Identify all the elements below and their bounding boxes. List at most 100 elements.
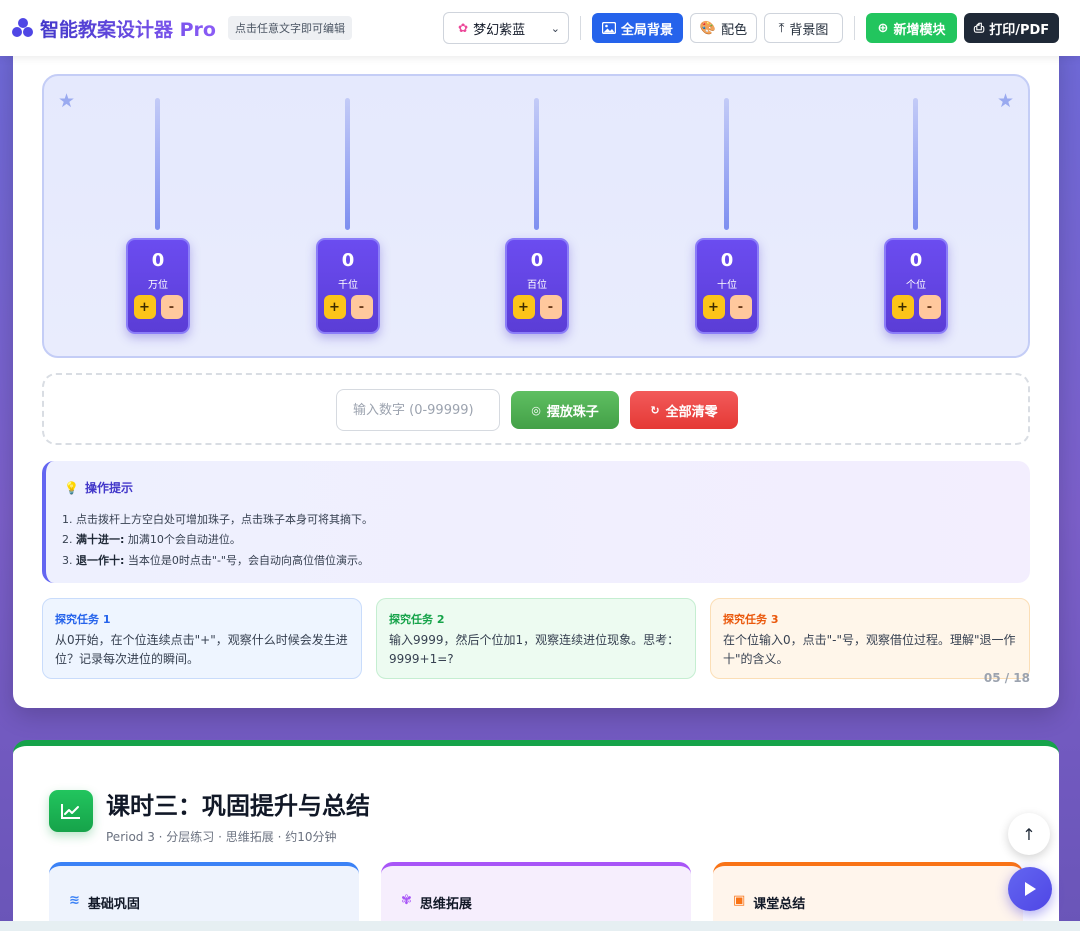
- place-value-box: 0 十位 + -: [695, 238, 759, 334]
- place-name: 十位: [717, 280, 737, 291]
- tip-prefix: 3.: [62, 554, 76, 567]
- color-scheme-button[interactable]: 🎨 配色: [690, 13, 757, 43]
- increment-button[interactable]: +: [323, 295, 346, 319]
- increment-button[interactable]: +: [702, 295, 725, 319]
- increment-button[interactable]: +: [891, 295, 914, 319]
- place-name: 个位: [906, 280, 926, 291]
- background-image-label: 背景图: [789, 22, 829, 38]
- abacus-board: ★ ★ 0 万位 + - 0 千位 + - 0 百位 + - 0 十位 + - …: [42, 74, 1030, 358]
- abacus-rod[interactable]: [724, 98, 729, 230]
- target-icon: ◎: [531, 403, 541, 417]
- sub-card-title: 基础巩固: [87, 897, 140, 912]
- place-name: 万位: [148, 280, 168, 291]
- theme-select-value: 梦幻紫蓝: [473, 22, 526, 38]
- number-input[interactable]: [336, 389, 500, 431]
- global-background-label: 全局背景: [620, 22, 673, 38]
- clear-all-button[interactable]: ↻ 全部清零: [630, 391, 738, 429]
- theme-select[interactable]: ✿ 梦幻紫蓝 ⌄: [443, 12, 569, 44]
- period-three-card: 课时三：巩固提升与总结 Period 3 · 分层练习 · 思维拓展 · 约10…: [13, 740, 1059, 931]
- section-subtitle: Period 3 · 分层练习 · 思维拓展 · 约10分钟: [106, 830, 337, 844]
- clipboard-icon: ▣: [733, 893, 746, 908]
- place-value-box: 0 百位 + -: [505, 238, 569, 334]
- tip-prefix: 2.: [62, 533, 76, 546]
- abacus-rod[interactable]: [534, 98, 539, 230]
- place-value-box: 0 千位 + -: [316, 238, 380, 334]
- page-indicator: 05 / 18: [983, 671, 1030, 685]
- play-icon: [1025, 882, 1036, 896]
- print-pdf-button[interactable]: ⎙ 打印/PDF: [964, 13, 1059, 43]
- tip-rest: 当本位是0时点击"-"号，会自动向高位借位演示。: [124, 554, 369, 567]
- chevron-down-icon: ⌄: [550, 21, 560, 35]
- reset-icon: ↻: [650, 403, 660, 417]
- tips-title-text: 操作提示: [84, 481, 133, 495]
- increment-button[interactable]: +: [133, 295, 156, 319]
- app-title: 智能教案设计器 Pro: [40, 15, 216, 42]
- tip-bold: 退一作十:: [76, 554, 125, 567]
- lightbulb-icon: 💡: [64, 480, 79, 495]
- number-input-row: ◎ 摆放珠子 ↻ 全部清零: [42, 373, 1030, 445]
- task-title: 探究任务 3: [723, 613, 779, 626]
- tip-rest: 加满10个会自动进位。: [124, 533, 241, 546]
- add-module-label: 新增模块: [893, 22, 946, 38]
- place-value: 0: [341, 250, 355, 271]
- image-icon: [601, 22, 616, 34]
- place-beads-button[interactable]: ◎ 摆放珠子: [511, 391, 619, 429]
- arrow-up-icon: ↑: [1022, 824, 1036, 844]
- tip-bold: 满十进一:: [76, 533, 125, 546]
- section-title: 课时三：巩固提升与总结: [106, 791, 370, 820]
- star-icon: ★: [58, 90, 76, 112]
- palette-icon: 🎨: [699, 20, 717, 36]
- task-title: 探究任务 2: [389, 613, 445, 626]
- abacus-rod[interactable]: [345, 98, 350, 230]
- decrement-button[interactable]: -: [160, 295, 183, 319]
- global-background-button[interactable]: 全局背景: [592, 13, 683, 43]
- place-value: 0: [151, 250, 165, 271]
- tip-line: 1. 点击拨杆上方空白处可增加珠子，点击珠子本身可将其摘下。: [62, 513, 373, 526]
- exploration-task-1: 探究任务 1 从0开始，在个位连续点击"+"，观察什么时候会发生进位？记录每次进…: [42, 598, 362, 679]
- edit-hint: 点击任意文字即可编辑: [227, 16, 352, 40]
- top-toolbar: 智能教案设计器 Pro 点击任意文字即可编辑 ✿ 梦幻紫蓝 ⌄ 全局背景 🎨 配…: [0, 0, 1080, 56]
- place-value: 0: [720, 250, 734, 271]
- abacus-rod[interactable]: [155, 98, 160, 230]
- brain-icon: ✿: [458, 21, 469, 35]
- sub-card-title: 课堂总结: [753, 897, 806, 912]
- upload-icon: ⤒: [778, 20, 785, 36]
- brain-icon: ✾: [401, 893, 412, 908]
- abacus-lesson-card: ★ ★ 0 万位 + - 0 千位 + - 0 百位 + - 0 十位 + - …: [13, 40, 1059, 708]
- place-name: 千位: [338, 280, 358, 291]
- decrement-button[interactable]: -: [539, 295, 562, 319]
- tips-title: 💡 操作提示: [64, 479, 133, 496]
- presentation-play-button[interactable]: [1008, 867, 1052, 911]
- toolbar-divider: [854, 16, 855, 40]
- increment-button[interactable]: +: [512, 295, 535, 319]
- add-module-button[interactable]: ⊕ 新增模块: [866, 13, 957, 43]
- background-image-button[interactable]: ⤒ 背景图: [764, 13, 843, 43]
- color-scheme-label: 配色: [721, 22, 748, 38]
- decrement-button[interactable]: -: [918, 295, 941, 319]
- task-body: 在个位输入0，点击"-"号，观察借位过程。理解"退一作十"的含义。: [723, 633, 1016, 666]
- decrement-button[interactable]: -: [350, 295, 373, 319]
- task-body: 从0开始，在个位连续点击"+"，观察什么时候会发生进位？记录每次进位的瞬间。: [55, 633, 348, 666]
- tip-line: 3. 退一作十: 当本位是0时点击"-"号，会自动向高位借位演示。: [62, 552, 369, 568]
- print-pdf-label: 打印/PDF: [989, 22, 1050, 38]
- app-logo-icon: [12, 18, 34, 38]
- brand: 智能教案设计器 Pro 点击任意文字即可编辑: [12, 15, 352, 42]
- scroll-top-button[interactable]: ↑: [1008, 813, 1050, 855]
- star-icon: ★: [996, 90, 1014, 112]
- task-body: 输入9999，然后个位加1，观察连续进位现象。思考：9999+1=?: [389, 633, 680, 666]
- place-value-box: 0 万位 + -: [126, 238, 190, 334]
- exploration-task-2: 探究任务 2 输入9999，然后个位加1，观察连续进位现象。思考：9999+1=…: [376, 598, 696, 679]
- toolbar-divider: [580, 16, 581, 40]
- abacus-rod[interactable]: [913, 98, 918, 230]
- place-value: 0: [530, 250, 544, 271]
- tip-line: 2. 满十进一: 加满10个会自动进位。: [62, 531, 241, 547]
- plus-circle-icon: ⊕: [877, 20, 889, 36]
- clear-all-label: 全部清零: [665, 404, 718, 420]
- place-value-box: 0 个位 + -: [884, 238, 948, 334]
- browser-bottom-strip: [0, 921, 1080, 931]
- place-name: 百位: [527, 280, 547, 291]
- sub-card-title: 思维拓展: [419, 897, 472, 912]
- printer-icon: ⎙: [973, 20, 985, 36]
- layers-icon: ≋: [69, 893, 80, 908]
- decrement-button[interactable]: -: [729, 295, 752, 319]
